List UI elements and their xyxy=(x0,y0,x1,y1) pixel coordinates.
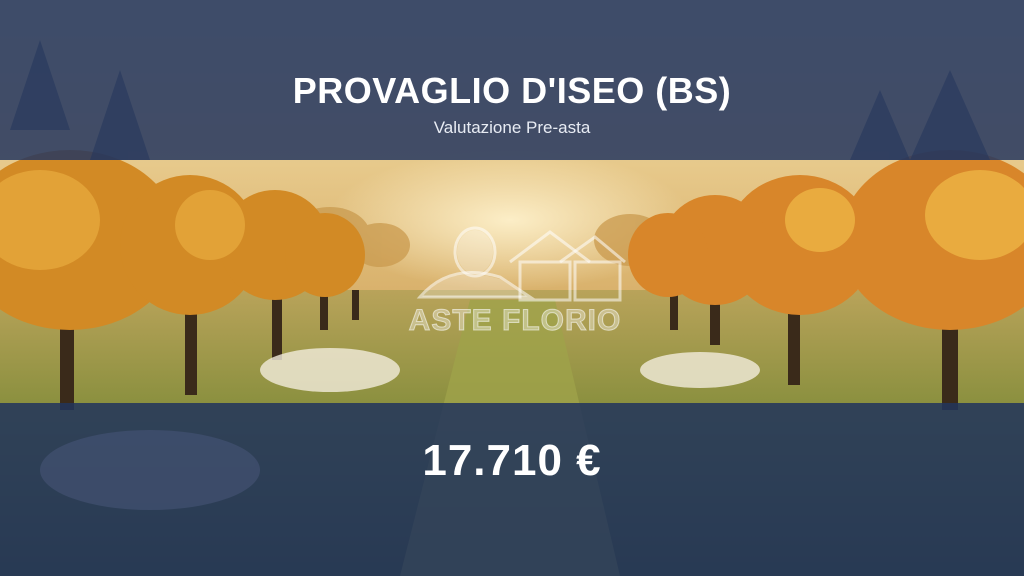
watermark-brand: ASTE FLORIO xyxy=(408,304,622,338)
price-value: 17.710 € xyxy=(422,436,602,485)
price-band xyxy=(0,403,1024,576)
lion-house-icon xyxy=(416,226,626,302)
watermark-logo: ASTE FLORIO xyxy=(390,222,640,340)
page-subtitle: Valutazione Pre-asta xyxy=(433,118,591,137)
page-title: PROVAGLIO D'ISEO (BS) xyxy=(292,70,732,111)
